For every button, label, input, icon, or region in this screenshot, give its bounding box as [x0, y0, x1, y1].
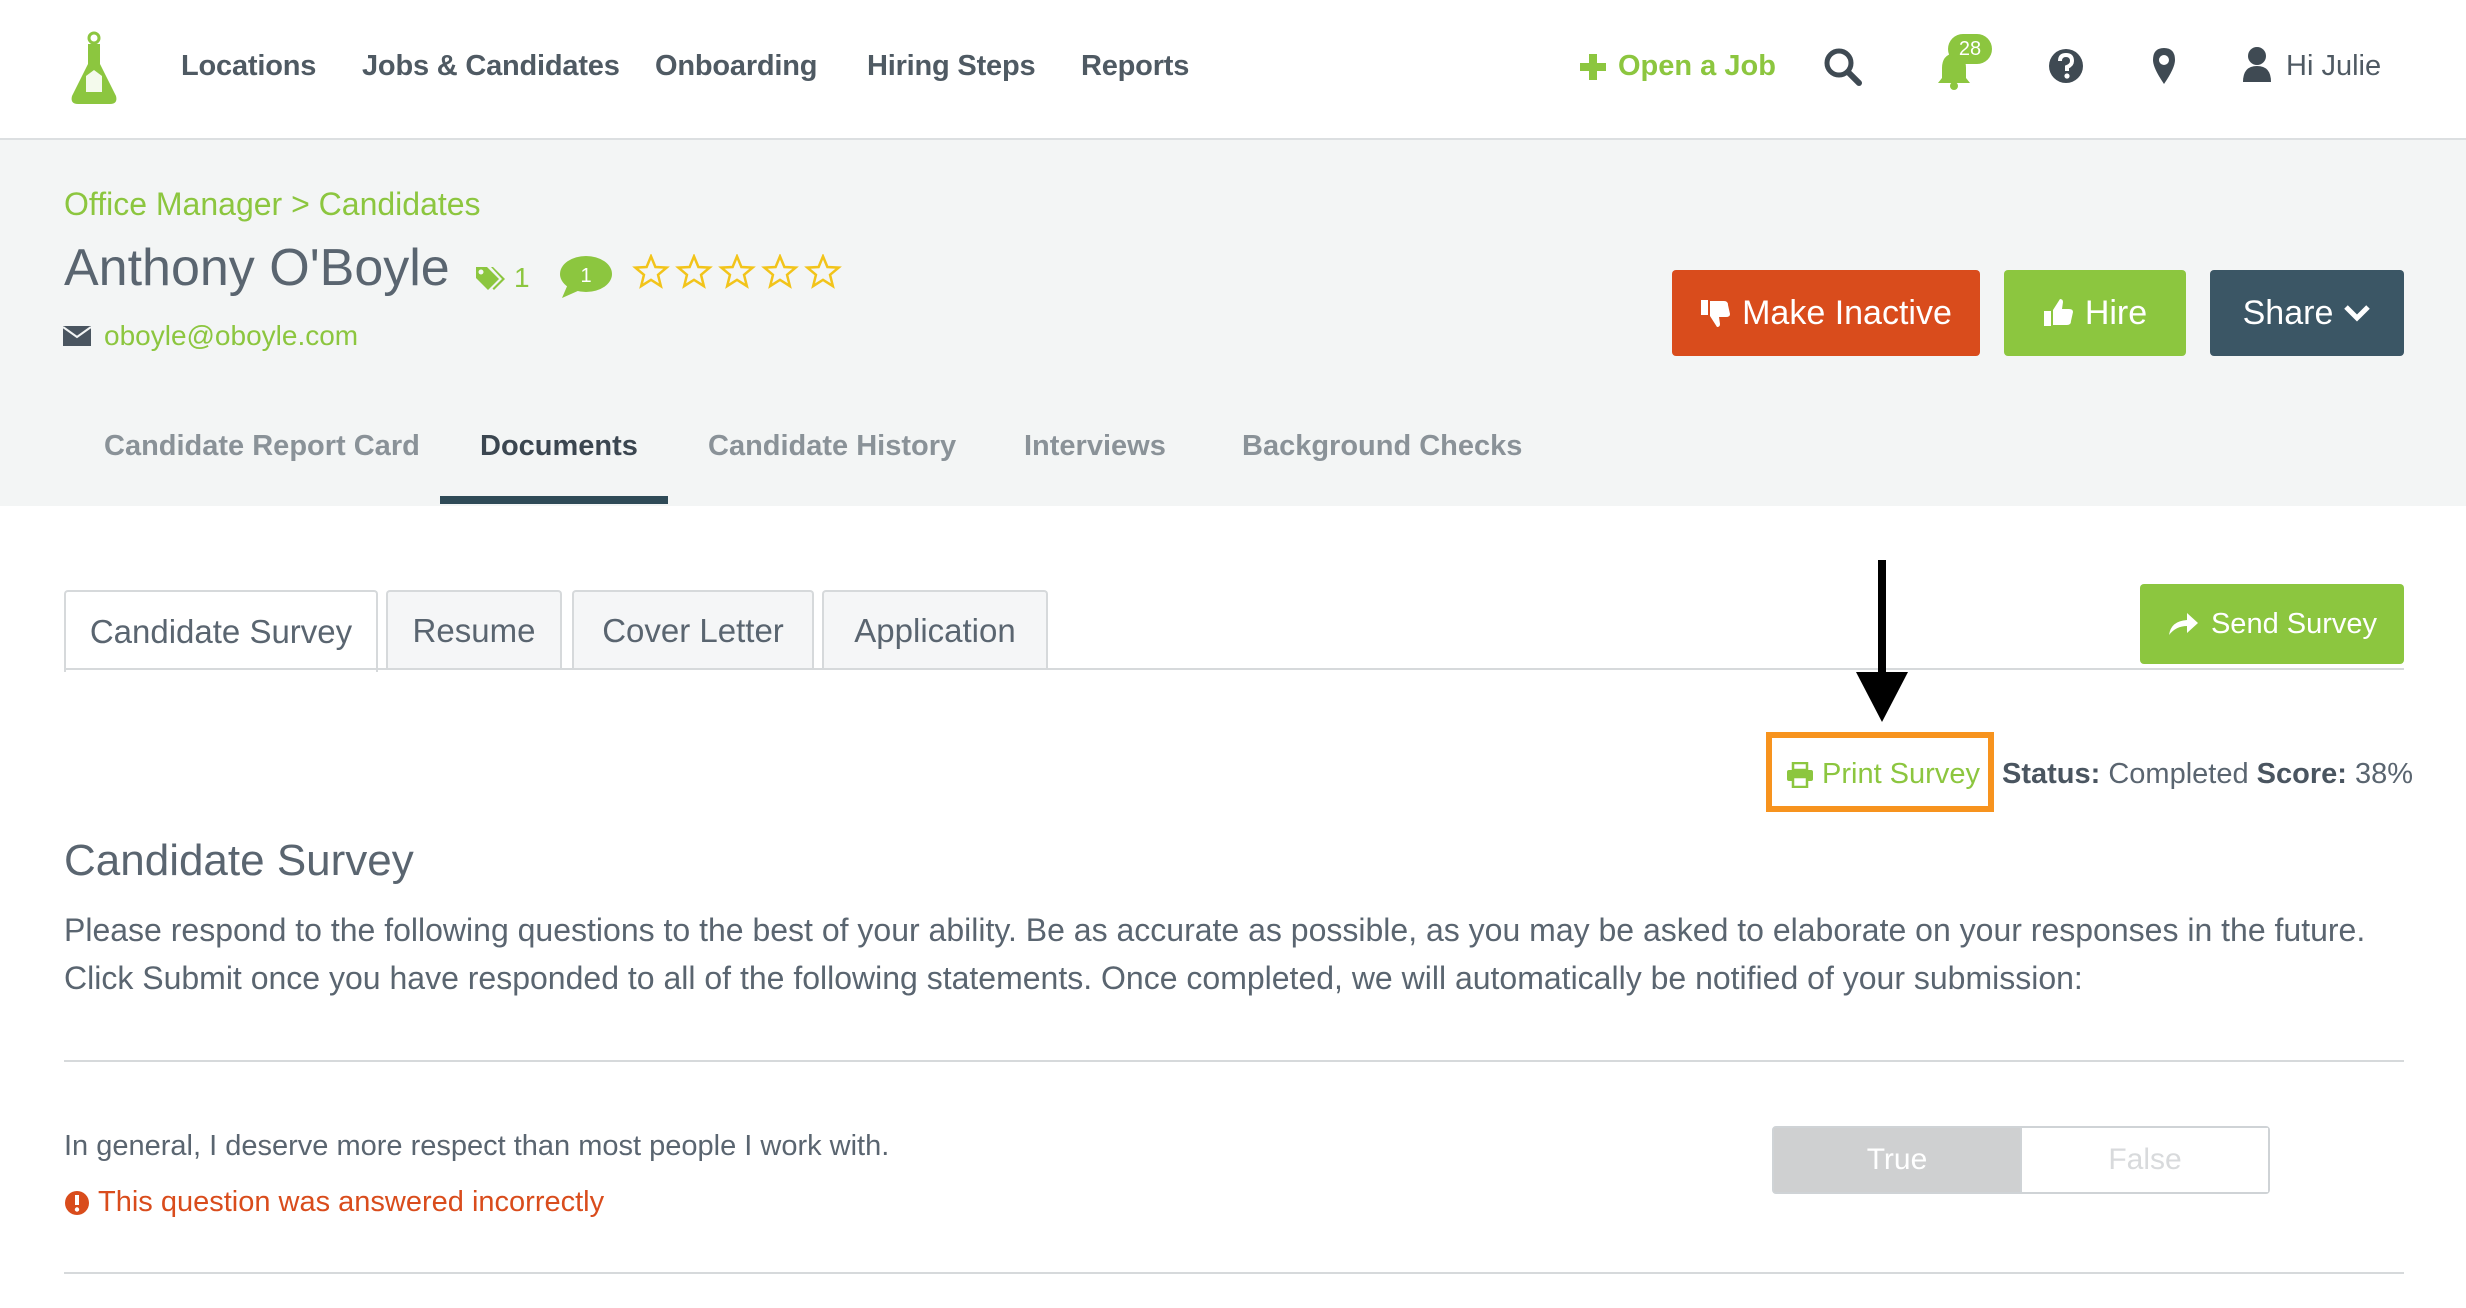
nav-locations[interactable]: Locations [181, 50, 316, 83]
flask-logo-icon[interactable] [66, 30, 122, 108]
tab-candidate-history[interactable]: Candidate History [708, 430, 956, 463]
share-label: Share [2242, 293, 2334, 332]
tag-count-value: 1 [514, 262, 530, 293]
nav-reports[interactable]: Reports [1081, 50, 1189, 83]
tab-background-checks[interactable]: Background Checks [1242, 430, 1522, 463]
subtab-resume[interactable]: Resume [386, 590, 562, 670]
divider [64, 1272, 2404, 1274]
thumbs-down-icon [1701, 300, 1731, 327]
help-icon[interactable] [2046, 46, 2086, 86]
tags-icon [476, 267, 505, 290]
open-job-label: Open a Job [1618, 50, 1776, 82]
comment-count: 1 [580, 265, 591, 287]
star-icon[interactable] [632, 254, 670, 290]
survey-description: Please respond to the following question… [64, 912, 2366, 996]
tab-documents[interactable]: Documents [480, 430, 638, 463]
candidate-name: Anthony O'Boyle [64, 239, 450, 297]
status-value: Completed [2108, 758, 2249, 790]
tab-candidate-report-card[interactable]: Candidate Report Card [104, 430, 420, 463]
chevron-down-icon [2344, 305, 2371, 322]
divider [64, 1060, 2404, 1062]
hire-button[interactable]: Hire [2004, 270, 2186, 356]
survey-title: Candidate Survey [64, 836, 414, 885]
tag-count[interactable]: 1 [474, 262, 530, 294]
tab-interviews[interactable]: Interviews [1024, 430, 1166, 463]
print-survey-link[interactable]: Print Survey [1786, 758, 1980, 791]
star-rating[interactable] [632, 254, 842, 290]
share-dropdown-button[interactable]: Share [2210, 270, 2404, 356]
email-row: oboyle@oboyle.com [62, 320, 358, 352]
star-icon[interactable] [804, 254, 842, 290]
survey-question: In general, I deserve more respect than … [64, 1130, 890, 1162]
printer-icon [1787, 761, 1813, 788]
incorrect-answer-text: This question was answered incorrectly [98, 1186, 605, 1218]
comment-bubble-icon[interactable]: 1 [558, 254, 614, 300]
search-icon[interactable] [1822, 46, 1862, 86]
star-icon[interactable] [718, 254, 756, 290]
user-icon[interactable] [2242, 46, 2272, 84]
true-option[interactable]: True [1774, 1128, 2020, 1192]
hire-label: Hire [2084, 293, 2148, 332]
nav-jobs-candidates[interactable]: Jobs & Candidates [362, 50, 620, 83]
envelope-icon [62, 326, 92, 346]
score-label: Score: [2256, 758, 2347, 790]
survey-status: Status: Completed Score: 38% [2002, 758, 2413, 791]
score-value: 38% [2355, 758, 2414, 790]
send-survey-button[interactable]: Send Survey [2140, 584, 2404, 664]
user-greeting[interactable]: Hi Julie [2286, 50, 2381, 83]
subtab-divider [64, 668, 2404, 670]
thumbs-up-icon [2043, 299, 2073, 326]
status-label: Status: [2002, 758, 2101, 790]
send-survey-label: Send Survey [2210, 607, 2378, 640]
open-job-button[interactable]: Open a Job [1578, 50, 1776, 83]
print-survey-label: Print Survey [1822, 758, 1980, 790]
star-icon[interactable] [761, 254, 799, 290]
incorrect-answer-note: This question was answered incorrectly [64, 1186, 604, 1219]
map-pin-icon[interactable] [2144, 46, 2184, 86]
candidate-email[interactable]: oboyle@oboyle.com [104, 320, 358, 352]
star-icon[interactable] [675, 254, 713, 290]
false-option[interactable]: False [2020, 1128, 2268, 1192]
subtab-candidate-survey[interactable]: Candidate Survey [64, 590, 378, 672]
plus-icon [1580, 53, 1606, 80]
true-false-toggle[interactable]: True False [1772, 1126, 2270, 1194]
annotation-arrow-head [1856, 672, 1908, 722]
breadcrumb[interactable]: Office Manager > Candidates [64, 186, 481, 223]
active-tab-indicator [440, 496, 668, 504]
notification-count-badge: 28 [1948, 34, 1992, 64]
annotation-arrow [1878, 560, 1886, 680]
exclamation-circle-icon [65, 1190, 89, 1215]
nav-onboarding[interactable]: Onboarding [655, 50, 818, 83]
subtab-cover-letter[interactable]: Cover Letter [572, 590, 814, 670]
subtab-application[interactable]: Application [822, 590, 1048, 670]
make-inactive-button[interactable]: Make Inactive [1672, 270, 1980, 356]
make-inactive-label: Make Inactive [1742, 293, 1952, 332]
share-arrow-icon [2168, 613, 2198, 635]
nav-hiring-steps[interactable]: Hiring Steps [867, 50, 1036, 83]
